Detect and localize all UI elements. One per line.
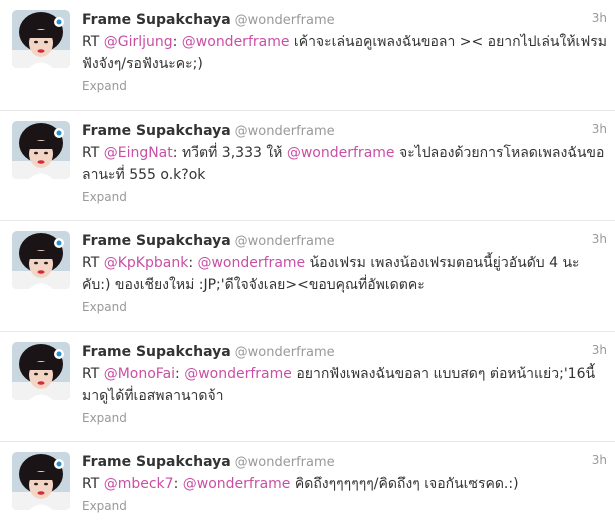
mention-link[interactable]: @wonderframe bbox=[182, 34, 290, 50]
mention-link[interactable]: @EingNat bbox=[104, 145, 173, 161]
tweet-text: RT @EingNat: ทวีตที่ 3,333 ให้ @wonderfr… bbox=[82, 142, 607, 186]
retweet-prefix: RT bbox=[82, 144, 100, 161]
tweet-item[interactable]: Frame Supakchaya @wonderframe 3h RT @KpKp… bbox=[0, 221, 615, 332]
avatar-portrait-icon bbox=[12, 231, 70, 289]
tweet-text: RT @MonoFai: @wonderframe อยากฟังเพลงฉัน… bbox=[82, 363, 607, 407]
tweet-header: Frame Supakchaya @wonderframe 3h bbox=[82, 120, 607, 140]
tweet-text: RT @mbeck7: @wonderframe คิดถึงๆๆๆๆๆๆ/คิ… bbox=[82, 473, 607, 495]
tweet-separator: : bbox=[175, 365, 180, 382]
retweet-prefix: RT bbox=[82, 34, 100, 50]
tweet-item[interactable]: Frame Supakchaya @wonderframe 3h RT @Girl… bbox=[0, 0, 615, 111]
tweet-body: คิดถึงๆๆๆๆๆๆ/คิดถึงๆ เจอกันเซรคด.:) bbox=[294, 476, 519, 492]
avatar-portrait-icon bbox=[12, 452, 70, 510]
tweet-timestamp[interactable]: 3h bbox=[592, 122, 607, 136]
tweet-item[interactable]: Frame Supakchaya @wonderframe 3h RT @Mono… bbox=[0, 332, 615, 442]
tweet-content: Frame Supakchaya @wonderframe 3h RT @KpKp… bbox=[82, 230, 607, 315]
mention-link[interactable]: @wonderframe bbox=[184, 366, 292, 382]
avatar[interactable] bbox=[12, 231, 70, 289]
avatar[interactable] bbox=[12, 10, 70, 68]
tweet-header: Frame Supakchaya @wonderframe 3h bbox=[82, 341, 607, 361]
avatar[interactable] bbox=[12, 341, 70, 400]
tweet-header: Frame Supakchaya @wonderframe 3h bbox=[82, 451, 607, 471]
tweet-text: RT @Girljung: @wonderframe เค้าจะเล่นอคู… bbox=[82, 31, 607, 75]
tweet-fullname[interactable]: Frame Supakchaya bbox=[82, 344, 231, 360]
tweet-separator: : bbox=[188, 255, 194, 271]
avatar[interactable] bbox=[12, 120, 70, 179]
avatar-portrait-icon bbox=[12, 120, 70, 179]
tweet-timestamp[interactable]: 3h bbox=[592, 232, 607, 246]
avatar-portrait-icon bbox=[12, 10, 70, 68]
retweet-prefix: RT bbox=[82, 476, 100, 492]
tweet-username[interactable]: @wonderframe bbox=[235, 124, 335, 139]
tweet-header: Frame Supakchaya @wonderframe 3h bbox=[82, 9, 607, 29]
tweet-content: Frame Supakchaya @wonderframe 3h RT @Girl… bbox=[82, 9, 607, 94]
tweet-feed: Frame Supakchaya @wonderframe 3h RT @Girl… bbox=[0, 0, 615, 530]
expand-link[interactable]: Expand bbox=[82, 499, 127, 513]
mention-link[interactable]: @Girljung bbox=[104, 34, 173, 50]
tweet-content: Frame Supakchaya @wonderframe 3h RT @Mono… bbox=[82, 341, 607, 426]
tweet-timestamp[interactable]: 3h bbox=[592, 343, 607, 357]
tweet-username[interactable]: @wonderframe bbox=[235, 13, 335, 28]
expand-link[interactable]: Expand bbox=[82, 190, 127, 204]
tweet-username[interactable]: @wonderframe bbox=[235, 455, 335, 470]
tweet-text: RT @KpKpbank: @wonderframe น้องเฟรม เพลง… bbox=[82, 252, 607, 296]
tweet-separator: : bbox=[172, 144, 178, 161]
mention-link[interactable]: @wonderframe bbox=[287, 145, 395, 161]
tweet-separator: : bbox=[173, 476, 179, 492]
expand-link[interactable]: Expand bbox=[82, 300, 127, 314]
avatar[interactable] bbox=[12, 452, 70, 510]
tweet-content: Frame Supakchaya @wonderframe 3h RT @mbec… bbox=[82, 451, 607, 514]
tweet-fullname[interactable]: Frame Supakchaya bbox=[82, 123, 231, 139]
tweet-timestamp[interactable]: 3h bbox=[592, 11, 607, 25]
mention-link[interactable]: @MonoFai bbox=[104, 366, 175, 382]
tweet-header: Frame Supakchaya @wonderframe 3h bbox=[82, 230, 607, 250]
expand-link[interactable]: Expand bbox=[82, 411, 127, 425]
tweet-fullname[interactable]: Frame Supakchaya bbox=[82, 233, 231, 249]
mention-link[interactable]: @KpKpbank bbox=[104, 255, 189, 271]
tweet-timestamp[interactable]: 3h bbox=[592, 453, 607, 467]
tweet-fullname[interactable]: Frame Supakchaya bbox=[82, 454, 231, 470]
tweet-fullname[interactable]: Frame Supakchaya bbox=[82, 12, 231, 28]
tweet-item[interactable]: Frame Supakchaya @wonderframe 3h RT @mbec… bbox=[0, 442, 615, 530]
mention-link[interactable]: @mbeck7 bbox=[104, 476, 174, 492]
expand-link[interactable]: Expand bbox=[82, 79, 127, 93]
retweet-prefix: RT bbox=[82, 365, 100, 382]
mention-link[interactable]: @wonderframe bbox=[183, 476, 291, 492]
avatar-portrait-icon bbox=[12, 341, 70, 400]
retweet-prefix: RT bbox=[82, 255, 100, 271]
tweet-item[interactable]: Frame Supakchaya @wonderframe 3h RT @Eing… bbox=[0, 111, 615, 221]
tweet-username[interactable]: @wonderframe bbox=[235, 234, 335, 249]
tweet-username[interactable]: @wonderframe bbox=[235, 345, 335, 360]
tweet-separator: : bbox=[172, 34, 178, 50]
tweet-content: Frame Supakchaya @wonderframe 3h RT @Eing… bbox=[82, 120, 607, 205]
mention-link[interactable]: @wonderframe bbox=[197, 255, 305, 271]
tweet-pre-text: ทวีตที่ 3,333 ให้ bbox=[181, 144, 283, 161]
